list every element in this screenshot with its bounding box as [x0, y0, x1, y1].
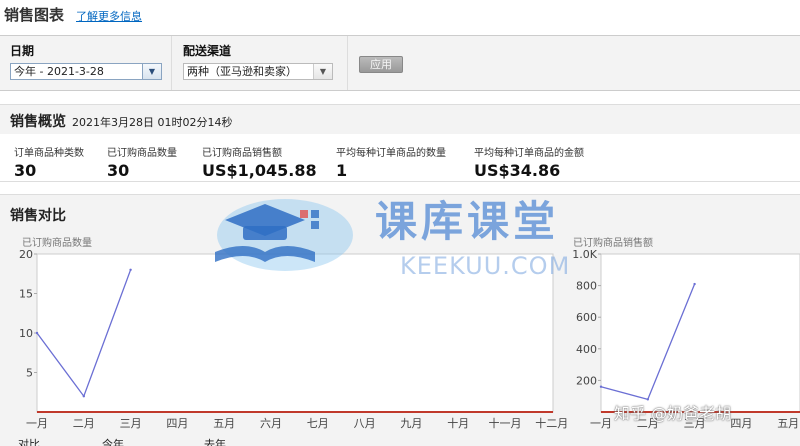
chart1-x-tick-label: 一月 — [26, 417, 48, 430]
chart1-y-tick-label: 20 — [19, 248, 33, 261]
metric-avg-sales: 平均每种订单商品的金额 US$34.86 — [474, 144, 584, 180]
metric-value: 1 — [336, 161, 348, 180]
chart1-x-tick-label: 十二月 — [535, 416, 568, 430]
channel-select[interactable]: 两种（亚马逊和卖家） ▼ — [183, 63, 333, 80]
zhihu-watermark: 知乎 @奶爸老胡 — [614, 404, 732, 423]
chevron-down-icon[interactable]: ▼ — [142, 64, 161, 79]
chart1-x-tick-label: 三月 — [120, 417, 142, 430]
channel-label: 配送渠道 — [183, 44, 232, 58]
metric-avg-units: 平均每种订单商品的数量 1 — [336, 144, 446, 180]
chart2-x-tick-label: 四月 — [730, 417, 752, 430]
page-title: 销售图表 — [4, 6, 65, 24]
channel-select-value: 两种（亚马逊和卖家） — [187, 65, 297, 78]
chart2-y-tick-label: 200 — [576, 374, 597, 387]
apply-container: 应用 — [349, 36, 469, 90]
metric-value: 30 — [14, 161, 37, 180]
chart2-y-tick-label: 400 — [576, 343, 597, 356]
chart2-point — [599, 385, 603, 388]
metric-value: US$1,045.88 — [202, 161, 317, 180]
overview-timestamp: 2021年3月28日 01时02分14秒 — [72, 116, 233, 129]
chart1-x-tick-label: 五月 — [213, 417, 235, 430]
chart1-x-tick-label: 十一月 — [489, 416, 522, 430]
overview-title: 销售概览 — [10, 114, 66, 130]
chart1-x-tick-label: 六月 — [260, 417, 282, 430]
metric-item-types: 订单商品种类数 30 — [14, 144, 84, 180]
chart1-point — [82, 395, 86, 398]
chart1-x-tick-label: 四月 — [166, 417, 188, 430]
page-header: 销售图表 了解更多信息 — [4, 4, 142, 26]
chart1-y-tick-label: 10 — [19, 327, 33, 340]
watermark-text: 课库课堂 — [375, 197, 560, 246]
metric-value: 30 — [107, 161, 130, 180]
chart2-x-tick-label: 五月 — [777, 417, 799, 430]
chart1-x-tick-label: 八月 — [354, 417, 376, 430]
graduation-cap-icon — [215, 199, 353, 271]
date-select-value: 今年 - 2021-3-28 — [14, 65, 104, 78]
filter-bar: 日期 今年 - 2021-3-28 ▼ 配送渠道 两种（亚马逊和卖家） ▼ 应用 — [0, 35, 800, 91]
date-select[interactable]: 今年 - 2021-3-28 ▼ — [10, 63, 162, 80]
chart2-y-tick-label: 800 — [576, 280, 597, 293]
metric-sales: 已订购商品销售额 US$1,045.88 — [202, 144, 317, 180]
metric-value: US$34.86 — [474, 161, 561, 180]
learn-more-link[interactable]: 了解更多信息 — [76, 8, 142, 24]
chart1-y-tick-label: 5 — [26, 367, 33, 380]
chart1-y-tick-label: 15 — [19, 288, 33, 301]
date-label: 日期 — [10, 44, 35, 58]
metric-label: 平均每种订单商品的数量 — [336, 148, 446, 159]
legend-last-year[interactable]: 去年 — [204, 436, 226, 446]
chart1-x-tick-label: 二月 — [73, 417, 95, 430]
apply-button[interactable]: 应用 — [359, 56, 403, 73]
metric-label: 订单商品种类数 — [14, 148, 84, 159]
metric-units-ordered: 已订购商品数量 30 — [107, 144, 177, 180]
legend-this-year[interactable]: 今年 — [102, 436, 124, 446]
chevron-down-icon[interactable]: ▼ — [313, 64, 332, 79]
metrics-row: 订单商品种类数 30 已订购商品数量 30 已订购商品销售额 US$1,045.… — [0, 138, 800, 182]
chart2-plot-bg — [600, 253, 800, 413]
chart1-x-tick-label: 七月 — [307, 417, 329, 430]
chart1-x-tick-label: 九月 — [400, 417, 422, 430]
channel-filter: 配送渠道 两种（亚马逊和卖家） ▼ — [173, 36, 348, 90]
compare-label: 对比 — [18, 438, 40, 446]
chart1-point — [35, 331, 39, 335]
comparison-title: 销售对比 — [10, 208, 66, 224]
chart2-x-tick-label: 一月 — [590, 417, 612, 430]
chart1-point — [129, 268, 132, 271]
metric-label: 平均每种订单商品的金额 — [474, 148, 584, 159]
chart2-y-tick-label: 600 — [576, 311, 597, 324]
compare-row: 对比 今年 去年 — [18, 436, 778, 446]
watermark-subtext: KEEKUU.COM — [400, 252, 571, 280]
metric-label: 已订购商品销售额 — [202, 148, 282, 159]
overview-header: 销售概览 2021年3月28日 01时02分14秒 — [0, 104, 800, 134]
chart2-y-tick-label: 1.0K — [572, 248, 597, 261]
chart2-point — [693, 282, 696, 286]
chart1-x-tick-label: 十月 — [447, 416, 469, 430]
metric-label: 已订购商品数量 — [107, 148, 177, 159]
date-filter: 日期 今年 - 2021-3-28 ▼ — [0, 36, 172, 90]
